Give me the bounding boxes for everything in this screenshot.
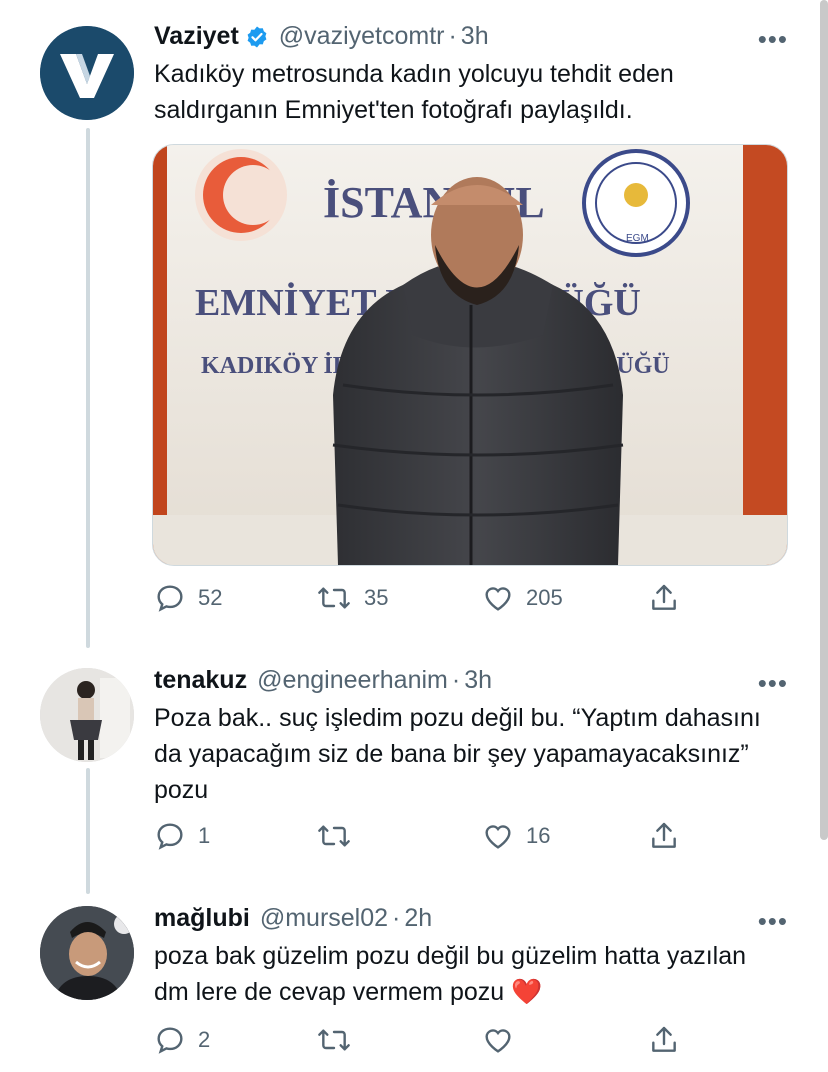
- timestamp[interactable]: 3h: [464, 666, 492, 695]
- tweet-text: poza bak güzelim pozu değil bu güzelim h…: [154, 938, 784, 1010]
- reply-icon: [157, 823, 183, 850]
- retweet-icon: [318, 587, 350, 609]
- reply-count: 2: [198, 1027, 211, 1052]
- like-button[interactable]: [482, 1024, 514, 1056]
- display-name[interactable]: Vaziyet: [154, 22, 239, 51]
- like-button[interactable]: 16: [482, 820, 550, 852]
- share-button[interactable]: [648, 820, 680, 852]
- reply-button[interactable]: 1: [154, 820, 210, 852]
- tweet[interactable]: tenakuz @engineerhanim · 3h ••• Poza bak…: [0, 660, 828, 890]
- retweet-count: 35: [364, 585, 389, 610]
- reply-count: 52: [198, 585, 223, 610]
- display-name[interactable]: tenakuz: [154, 666, 247, 695]
- like-count: 205: [526, 585, 563, 610]
- more-options-icon[interactable]: •••: [758, 24, 788, 55]
- avatar[interactable]: [40, 668, 134, 762]
- user-photo-avatar: [40, 668, 134, 762]
- like-button[interactable]: 205: [482, 582, 563, 614]
- retweet-button[interactable]: 35: [316, 582, 388, 614]
- tweet-text: Poza bak.. suç işledim pozu değil bu. “Y…: [154, 704, 761, 804]
- heart-icon: [485, 587, 511, 611]
- retweet-button[interactable]: [316, 820, 364, 852]
- heart-icon: [485, 825, 511, 849]
- share-icon: [652, 1026, 676, 1052]
- tweet-text: Kadıköy metrosunda kadın yolcuyu tehdit …: [154, 60, 674, 124]
- timestamp[interactable]: 3h: [461, 22, 489, 51]
- avatar[interactable]: [40, 26, 134, 120]
- retweet-button[interactable]: [316, 1024, 352, 1056]
- more-options-icon[interactable]: •••: [758, 906, 788, 937]
- tweet-text-body: poza bak güzelim pozu değil bu güzelim h…: [154, 942, 747, 1006]
- handle[interactable]: @mursel02: [260, 904, 388, 933]
- photo-scene: İSTANBUL EMNİYET MÜDÜRLÜĞÜ KADIKÖY İLÇE …: [153, 145, 787, 565]
- scrollbar[interactable]: [820, 0, 828, 840]
- reply-button[interactable]: 2: [154, 1024, 210, 1056]
- avatar[interactable]: [40, 906, 134, 1000]
- share-icon: [652, 584, 676, 610]
- share-button[interactable]: [648, 1024, 680, 1056]
- verified-badge-icon: [247, 26, 267, 47]
- reply-icon: [157, 585, 183, 612]
- share-button[interactable]: [648, 582, 680, 614]
- retweet-icon: [318, 1029, 350, 1051]
- separator-dot: ·: [451, 666, 461, 694]
- separator-dot: ·: [392, 904, 401, 932]
- tweet[interactable]: Vaziyet @vaziyetcomtr · 3h ••• Kadıköy m…: [0, 0, 828, 650]
- like-count: 16: [526, 823, 551, 848]
- separator-dot: ·: [448, 22, 457, 50]
- vaziyet-logo-icon: [40, 26, 134, 120]
- user-photo-avatar: [40, 906, 134, 1000]
- more-options-icon[interactable]: •••: [758, 668, 788, 699]
- retweet-icon: [318, 825, 350, 847]
- tweet-photo[interactable]: İSTANBUL EMNİYET MÜDÜRLÜĞÜ KADIKÖY İLÇE …: [152, 144, 788, 566]
- heart-icon: [485, 1029, 511, 1053]
- seal-text: EGM: [626, 233, 649, 244]
- reply-count: 1: [198, 823, 211, 848]
- reply-icon: [157, 1027, 183, 1054]
- timestamp[interactable]: 2h: [404, 904, 432, 933]
- handle[interactable]: @engineerhanim: [257, 666, 448, 695]
- reply-button[interactable]: 52: [154, 582, 222, 614]
- display-name[interactable]: mağlubi: [154, 904, 250, 933]
- handle[interactable]: @vaziyetcomtr: [279, 22, 445, 51]
- tweet[interactable]: mağlubi @mursel02 · 2h ••• poza bak güze…: [0, 898, 828, 1072]
- share-icon: [652, 822, 676, 848]
- heart-emoji: ❤️: [511, 978, 543, 1006]
